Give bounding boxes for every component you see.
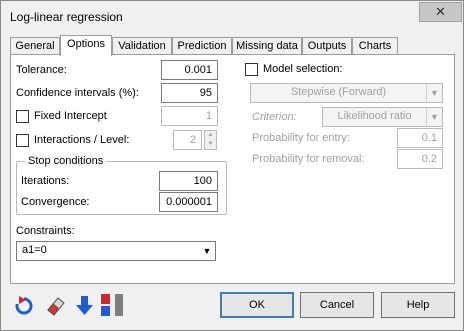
constraints-select[interactable]: a1=0 ▼	[16, 241, 216, 261]
title-bar: Log-linear regression ✕	[1, 1, 463, 33]
tab-general[interactable]: General	[10, 37, 60, 55]
cancel-button[interactable]: Cancel	[300, 292, 374, 318]
constraints-label: Constraints:	[16, 225, 75, 237]
prob-removal-field[interactable]: 0.2	[397, 149, 443, 169]
close-icon: ✕	[435, 4, 446, 19]
fixed-intercept-field[interactable]: 1	[161, 106, 218, 126]
tab-options[interactable]: Options	[60, 35, 112, 56]
model-selection-method-select[interactable]: Stepwise (Forward) ▼	[250, 83, 443, 103]
interactions-level-spinner[interactable]: ▲ ▼	[204, 130, 217, 150]
stack-icon	[101, 294, 123, 316]
spin-up-icon[interactable]: ▲	[205, 131, 216, 140]
prob-removal-label: Probability for removal:	[252, 153, 365, 165]
help-button[interactable]: Help	[381, 292, 455, 318]
interactions-level-field[interactable]: 2	[173, 130, 202, 150]
stack-button[interactable]	[99, 292, 123, 318]
chevron-down-icon: ▼	[426, 108, 442, 126]
fixed-intercept-label: Fixed Intercept	[34, 110, 107, 122]
prob-entry-label: Probability for entry:	[252, 132, 350, 144]
eraser-icon	[47, 297, 65, 316]
interactions-checkbox[interactable]	[16, 134, 29, 147]
iterations-field[interactable]: 100	[159, 171, 218, 191]
fixed-intercept-checkbox[interactable]	[16, 110, 29, 123]
confidence-intervals-label: Confidence intervals (%):	[16, 87, 139, 99]
close-button[interactable]: ✕	[419, 2, 462, 22]
stop-conditions-label: Stop conditions	[25, 155, 107, 167]
clear-button[interactable]	[44, 292, 66, 318]
spin-down-icon[interactable]: ▼	[205, 140, 216, 149]
iterations-label: Iterations:	[21, 175, 70, 187]
download-arrow-icon	[76, 296, 93, 315]
criterion-value: Likelihood ratio	[337, 110, 412, 122]
convergence-field[interactable]: 0.000001	[159, 192, 218, 212]
down-button[interactable]	[73, 292, 95, 318]
tab-validation[interactable]: Validation	[112, 37, 172, 55]
chevron-down-icon: ▼	[202, 246, 212, 256]
ok-button[interactable]: OK	[220, 292, 294, 318]
dialog-window: Log-linear regression ✕ General Options …	[0, 0, 464, 331]
convergence-label: Convergence:	[21, 196, 90, 208]
interactions-label: Interactions / Level:	[34, 134, 130, 146]
criterion-select[interactable]: Likelihood ratio ▼	[322, 107, 443, 127]
criterion-label: Criterion:	[252, 111, 297, 123]
model-selection-method-value: Stepwise (Forward)	[290, 86, 387, 98]
window-title: Log-linear regression	[10, 10, 123, 24]
tab-outputs[interactable]: Outputs	[302, 37, 352, 55]
tab-charts[interactable]: Charts	[352, 37, 398, 55]
constraints-value: a1=0	[22, 244, 47, 256]
tolerance-label: Tolerance:	[16, 64, 67, 76]
tab-missing-data[interactable]: Missing data	[232, 37, 302, 55]
confidence-intervals-field[interactable]: 95	[161, 83, 218, 103]
tab-prediction[interactable]: Prediction	[172, 37, 232, 55]
tolerance-field[interactable]: 0.001	[161, 60, 218, 80]
chevron-down-icon: ▼	[426, 84, 442, 102]
model-selection-label: Model selection:	[263, 63, 343, 75]
prob-entry-field[interactable]: 0.1	[397, 128, 443, 148]
reset-button[interactable]	[13, 292, 35, 318]
reset-icon	[15, 296, 33, 315]
model-selection-checkbox[interactable]	[245, 63, 258, 76]
